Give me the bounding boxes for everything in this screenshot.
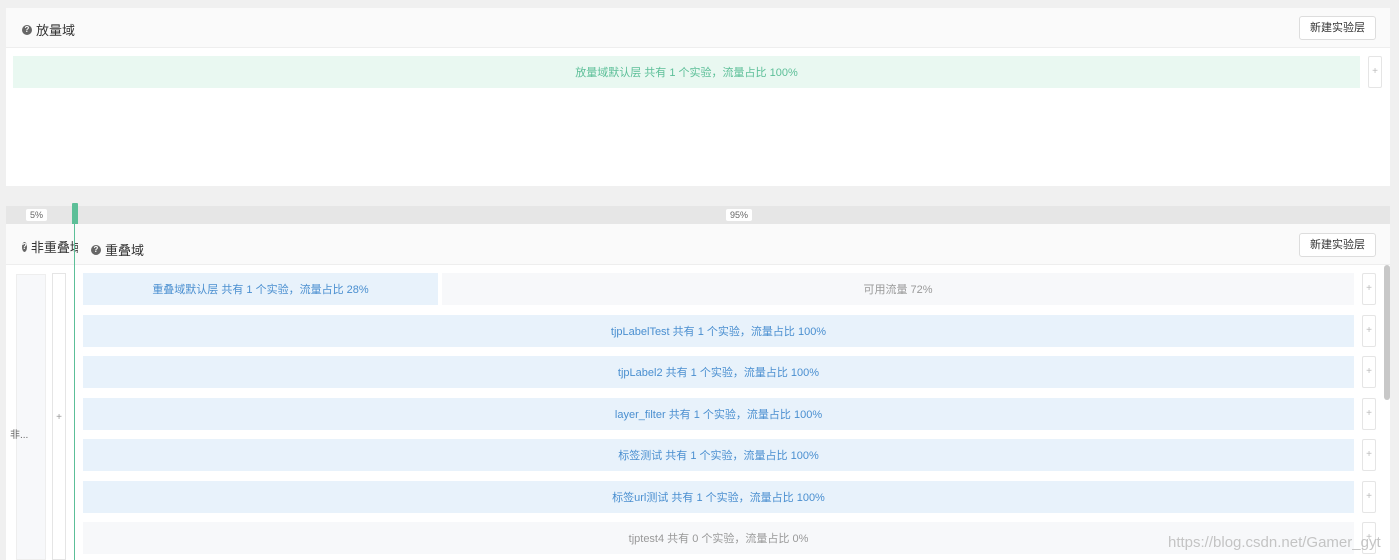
non-overlap-collapsed-label: 非... bbox=[10, 430, 29, 441]
layer-row[interactable]: tjptest4 共有 0 个实验，流量占比 0% bbox=[83, 522, 1354, 554]
add-layer-plus-button[interactable]: + bbox=[1362, 273, 1376, 305]
add-layer-plus-button[interactable]: + bbox=[1362, 398, 1376, 430]
layer-row[interactable]: tjpLabel2 共有 1 个实验，流量占比 100% bbox=[83, 356, 1354, 388]
layer-row[interactable]: layer_filter 共有 1 个实验，流量占比 100% bbox=[83, 398, 1354, 430]
add-layer-plus-button[interactable]: + bbox=[1362, 315, 1376, 347]
help-icon[interactable]: ? bbox=[22, 24, 32, 35]
layer-row[interactable]: 标签测试 共有 1 个实验，流量占比 100% bbox=[83, 439, 1354, 471]
non-overlap-layer-column[interactable] bbox=[16, 274, 46, 560]
add-layer-plus-button[interactable]: + bbox=[1368, 56, 1382, 88]
non-overlap-title: 非重叠域 bbox=[30, 240, 78, 255]
scrollbar-thumb[interactable] bbox=[1384, 265, 1390, 400]
overlap-percent: 95% bbox=[726, 209, 753, 221]
overlap-default-layer[interactable]: 重叠域默认层 共有 1 个实验，流量占比 28% bbox=[83, 273, 438, 305]
layer-row[interactable]: tjpLabelTest 共有 1 个实验，流量占比 100% bbox=[83, 315, 1354, 347]
release-domain-title-wrap: ? 放量域 bbox=[22, 20, 75, 39]
non-overlap-title-wrap: ? 非重叠域 bbox=[22, 237, 78, 256]
lower-domains-header bbox=[6, 224, 1390, 265]
release-domain-title: 放量域 bbox=[36, 23, 76, 38]
help-icon[interactable]: ? bbox=[91, 244, 101, 255]
new-layer-button[interactable]: 新建实验层 bbox=[1299, 16, 1376, 40]
release-default-layer[interactable]: 放量域默认层 共有 1 个实验，流量占比 100% bbox=[13, 56, 1360, 88]
non-overlap-add-plus-button[interactable]: + bbox=[52, 273, 66, 560]
add-layer-plus-button[interactable]: + bbox=[1362, 439, 1376, 471]
release-domain-header: ? 放量域 新建实验层 bbox=[6, 8, 1390, 48]
non-overlap-percent: 5% bbox=[26, 209, 48, 221]
layer-row[interactable]: 标签url测试 共有 1 个实验，流量占比 100% bbox=[83, 481, 1354, 513]
watermark: https://blog.csdn.net/Gamer_gyt bbox=[1168, 534, 1381, 551]
overlap-title-wrap: ? 重叠域 bbox=[91, 240, 144, 259]
add-layer-plus-button[interactable]: + bbox=[1362, 481, 1376, 513]
help-icon[interactable]: ? bbox=[22, 241, 27, 252]
new-layer-button[interactable]: 新建实验层 bbox=[1299, 233, 1376, 257]
add-layer-plus-button[interactable]: + bbox=[1362, 356, 1376, 388]
overlap-title: 重叠域 bbox=[105, 243, 145, 258]
lower-domains-panel: ? 非重叠域 ? 重叠域 新建实验层 重叠域默认层 共有 1 个实验，流量占比 … bbox=[6, 224, 1390, 560]
available-traffic: 可用流量 72% bbox=[442, 273, 1354, 305]
release-domain-panel: ? 放量域 新建实验层 放量域默认层 共有 1 个实验，流量占比 100% + bbox=[6, 8, 1390, 186]
traffic-split-bar[interactable]: 5% 95% bbox=[6, 206, 1390, 224]
split-guide-line bbox=[74, 224, 75, 560]
